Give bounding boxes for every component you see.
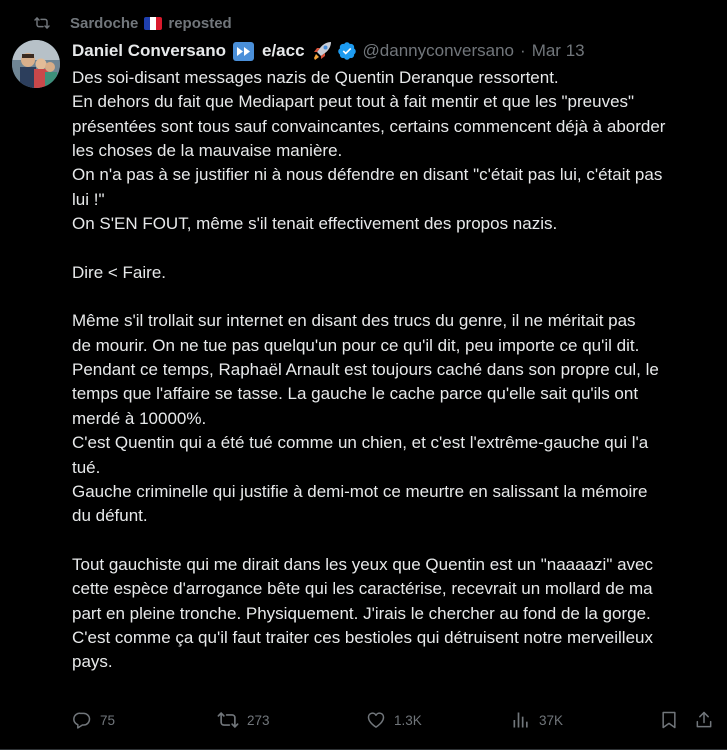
tweet-line: merdé à 10000%. [72, 408, 207, 428]
tweet-line: C'est Quentin qui a été tué comme un chi… [72, 433, 649, 453]
views-count: 37K [539, 712, 564, 728]
heart-icon [366, 710, 386, 730]
views-icon [511, 710, 531, 730]
tweet-line: lui !" [72, 189, 105, 209]
reply-button[interactable]: 75 [72, 707, 115, 733]
tweet-line: Même s'il trollait sur internet en disan… [72, 311, 636, 331]
tweet-line [72, 285, 722, 309]
tweet-line: cette espèce d'arrogance bête qui les ca… [72, 579, 653, 599]
tweet-line: Gauche criminelle qui justifie à demi-mo… [72, 481, 648, 501]
fast-forward-icon [233, 41, 254, 61]
tweet-line [72, 236, 722, 260]
repost-icon [217, 709, 239, 731]
author-display-name[interactable]: Daniel Conversano [72, 41, 226, 61]
tweet-line: tué. [72, 457, 101, 477]
repost-count: 273 [247, 712, 270, 728]
tweet-line: On S'EN FOUT, même s'il tenait effective… [72, 214, 558, 234]
tweet-line: présentées sont tous sauf convaincantes,… [72, 116, 666, 136]
bookmark-icon [659, 710, 679, 730]
tweet-line: On n'a pas à se justifier ni à nous défe… [72, 165, 663, 185]
tweet-line: Tout gauchiste qui me dirait dans les ye… [72, 554, 653, 574]
rocket-icon [311, 40, 333, 62]
repost-user[interactable]: Sardoche [70, 15, 138, 32]
tweet-line: temps que l'affaire se tasse. La gauche … [72, 384, 639, 404]
verified-badge-icon [337, 41, 357, 61]
like-count: 1.3K [394, 712, 422, 728]
repost-icon [34, 15, 50, 31]
tweet-line: Pendant ce temps, Raphaël Arnault est to… [72, 360, 659, 380]
repost-header[interactable]: Sardoche reposted [34, 12, 232, 34]
tweet-line: part en pleine tronche. Physiquement. J'… [72, 603, 651, 623]
tweet-line: de mourir. On ne tue pas quelqu'un pour … [72, 335, 640, 355]
author-handle[interactable]: @dannyconversano [363, 41, 514, 61]
repost-button[interactable]: 273 [217, 707, 270, 733]
author-bio-tag: e/acc [262, 41, 305, 60]
like-button[interactable]: 1.3K [366, 707, 422, 733]
tweet-line: pays. [72, 652, 113, 672]
reply-count: 75 [100, 712, 116, 728]
repost-label: reposted [168, 14, 232, 32]
views-button[interactable]: 37K [511, 707, 563, 733]
tweet-header: Daniel Conversano e/acc @dannyconversano… [72, 40, 585, 62]
share-button[interactable] [694, 707, 714, 733]
tweet-text: Des soi-disant messages nazis de Quentin… [72, 66, 722, 675]
tweet-line: En dehors du fait que Mediapart peut tou… [72, 92, 635, 112]
tweet-line: Dire < Faire. [72, 262, 166, 282]
france-flag-icon [144, 16, 163, 30]
tweet-line: du défunt. [72, 506, 148, 526]
tweet-line: Des soi-disant messages nazis de Quentin… [72, 68, 559, 87]
action-bar: 75 273 1.3K 37K [72, 707, 712, 733]
share-icon [694, 710, 714, 730]
bookmark-button[interactable] [659, 707, 679, 733]
separator-dot: · [520, 41, 526, 60]
tweet-line [72, 529, 722, 553]
avatar[interactable] [12, 40, 60, 88]
reply-icon [72, 710, 92, 730]
tweet-line: C'est comme ça qu'il faut traiter ces be… [72, 627, 653, 647]
tweet-line: les choses de la mauvaise manière. [72, 141, 343, 161]
tweet-date[interactable]: Mar 13 [532, 41, 585, 61]
